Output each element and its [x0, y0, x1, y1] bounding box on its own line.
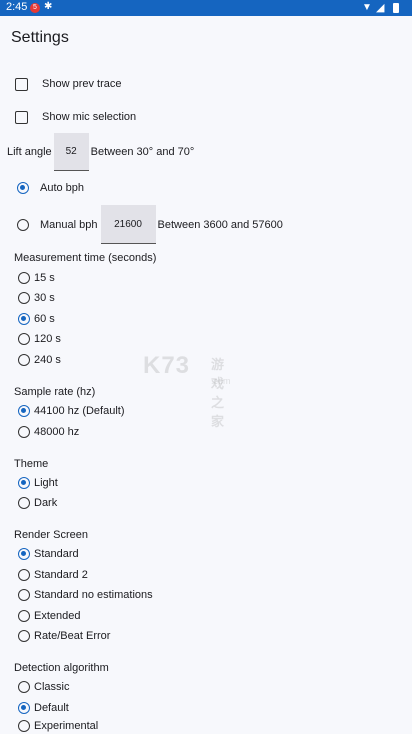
radio-icon[interactable] [18, 272, 30, 284]
detection-algorithm-header: Detection algorithm [14, 662, 109, 674]
option-label: Experimental [34, 720, 99, 732]
render-option-standard-2[interactable]: Standard 2 [18, 566, 88, 584]
option-label: Default [34, 702, 69, 714]
show-prev-trace-checkbox[interactable]: Show prev trace [15, 75, 121, 93]
radio-selected-icon[interactable] [18, 477, 30, 489]
manual-bph-row: Manual bph 21600 Between 3600 and 57600 [17, 205, 283, 244]
theme-header: Theme [14, 458, 49, 470]
manual-bph-input[interactable]: 21600 [100, 205, 156, 244]
detection-option-classic[interactable]: Classic [18, 678, 69, 696]
manual-bph-radio[interactable] [17, 218, 29, 231]
option-label: 60 s [34, 313, 55, 325]
radio-selected-icon[interactable] [18, 548, 30, 560]
signal-icon: ◢ [376, 2, 385, 14]
wifi-icon: ▼ [362, 2, 372, 13]
radio-icon[interactable] [18, 681, 30, 693]
option-label: 44100 hz (Default) [34, 405, 125, 417]
radio-selected-icon[interactable] [18, 702, 30, 714]
manual-bph-label: Manual bph [40, 218, 98, 231]
lift-angle-input[interactable]: 52 [53, 133, 89, 171]
option-label: Extended [34, 610, 81, 622]
radio-icon[interactable] [18, 497, 30, 509]
radio-icon[interactable] [18, 333, 30, 345]
measurement-option-15[interactable]: 15 s [18, 269, 55, 287]
radio-icon[interactable] [18, 292, 30, 304]
watermark-logo: K73 游戏之家 .com [143, 352, 231, 429]
watermark-text: K73 [143, 352, 191, 379]
show-mic-selection-checkbox[interactable]: Show mic selection [15, 108, 136, 126]
option-label: Standard [34, 548, 79, 560]
option-label: 48000 hz [34, 426, 80, 438]
radio-icon[interactable] [18, 720, 30, 732]
option-label: Classic [34, 681, 70, 693]
notification-badge-icon: 5 [30, 3, 40, 13]
option-label: Dark [34, 497, 58, 509]
radio-selected-icon[interactable] [17, 182, 29, 194]
radio-icon[interactable] [18, 630, 30, 642]
option-label: Standard 2 [34, 569, 88, 581]
sample-rate-header: Sample rate (hz) [14, 386, 96, 398]
checkbox-box[interactable] [15, 110, 28, 124]
measurement-option-120[interactable]: 120 s [18, 330, 61, 348]
option-label: Standard no estimations [34, 589, 153, 601]
option-label: Rate/Beat Error [34, 630, 111, 642]
option-label: 120 s [34, 333, 61, 345]
sample-rate-option-48000[interactable]: 48000 hz [18, 423, 79, 441]
sample-rate-option-44100[interactable]: 44100 hz (Default) [18, 402, 125, 420]
radio-icon[interactable] [18, 569, 30, 581]
option-label: 30 s [34, 292, 55, 304]
radio-selected-icon[interactable] [18, 313, 30, 325]
measurement-option-60[interactable]: 60 s [18, 310, 55, 328]
checkbox-label: Show mic selection [42, 111, 137, 123]
auto-bph-label: Auto bph [40, 182, 85, 194]
theme-option-dark[interactable]: Dark [18, 494, 57, 512]
checkbox-label: Show prev trace [42, 78, 122, 90]
battery-icon [393, 3, 399, 13]
radio-selected-icon[interactable] [18, 405, 30, 417]
detection-option-experimental[interactable]: Experimental [18, 719, 98, 733]
measurement-option-240[interactable]: 240 s [18, 351, 61, 369]
lift-angle-row: Lift angle 52 Between 30° and 70° [7, 133, 194, 171]
radio-icon[interactable] [18, 589, 30, 601]
radio-icon[interactable] [18, 354, 30, 366]
manual-bph-hint: Between 3600 and 57600 [157, 218, 283, 231]
theme-option-light[interactable]: Light [18, 474, 58, 492]
radio-icon[interactable] [18, 610, 30, 622]
lift-angle-hint: Between 30° and 70° [90, 146, 195, 158]
status-time: 2:45 [6, 1, 28, 13]
render-option-standard[interactable]: Standard [18, 545, 79, 563]
measurement-time-header: Measurement time (seconds) [14, 252, 157, 264]
bug-icon: ✱ [44, 1, 53, 12]
watermark-sub: .com [211, 376, 231, 386]
option-label: 240 s [34, 354, 61, 366]
radio-icon[interactable] [18, 426, 30, 438]
status-bar: 2:45 5 ✱ ▼ ◢ [0, 0, 412, 16]
watermark-cn: 游戏之家 [211, 357, 226, 429]
option-label: 15 s [34, 272, 55, 284]
render-option-rate-beat-error[interactable]: Rate/Beat Error [18, 627, 110, 645]
render-option-extended[interactable]: Extended [18, 607, 80, 625]
auto-bph-radio[interactable]: Auto bph [17, 180, 84, 196]
checkbox-box[interactable] [15, 77, 28, 91]
detection-option-default[interactable]: Default [18, 699, 69, 717]
measurement-option-30[interactable]: 30 s [18, 289, 55, 307]
lift-angle-label: Lift angle [7, 146, 52, 158]
render-screen-header: Render Screen [14, 529, 88, 541]
option-label: Light [34, 477, 58, 489]
render-option-standard-no-estimations[interactable]: Standard no estimations [18, 586, 153, 604]
page-title: Settings [11, 29, 69, 46]
